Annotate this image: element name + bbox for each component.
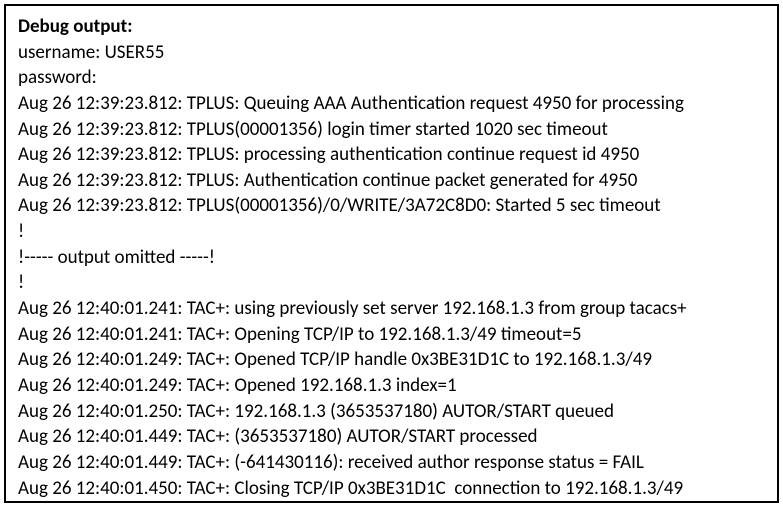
password-line: password: — [18, 65, 765, 91]
log-line: Aug 26 12:40:01.250: TAC+: 192.168.1.3 (… — [18, 399, 765, 425]
log-line: Aug 26 12:40:01.249: TAC+: Opened TCP/IP… — [18, 347, 765, 373]
log-line: Aug 26 12:40:01.449: TAC+: (-641430116):… — [18, 450, 765, 476]
debug-output-panel: Debug output: username: USER55 password:… — [4, 4, 779, 503]
log-line: ! — [18, 219, 765, 245]
debug-header: Debug output: — [18, 15, 132, 38]
log-line: Aug 26 12:40:01.241: TAC+: using previou… — [18, 296, 765, 322]
log-line: Aug 26 12:39:23.812: TPLUS(00001356)/0/W… — [18, 193, 765, 219]
username-line: username: USER55 — [18, 40, 765, 66]
log-line: Aug 26 12:40:01.450: TAC+: Closing TCP/I… — [18, 476, 765, 502]
log-line: Aug 26 12:40:01.449: TAC+: (3653537180) … — [18, 424, 765, 450]
log-line: Aug 26 12:40:01.249: TAC+: Opened 192.16… — [18, 373, 765, 399]
log-line: Aug 26 12:39:23.812: TPLUS: Queuing AAA … — [18, 91, 765, 117]
username-value: USER55 — [105, 41, 165, 64]
username-label: username: — [18, 41, 105, 64]
log-line: Aug 26 12:39:23.812: TPLUS(00001356) log… — [18, 117, 765, 143]
log-line: ! — [18, 270, 765, 296]
log-line: Aug 26 12:39:23.812: TPLUS: Authenticati… — [18, 168, 765, 194]
log-line: Aug 26 12:40:01.241: TAC+: Opening TCP/I… — [18, 322, 765, 348]
log-line: Aug 26 12:39:23.812: TPLUS: processing a… — [18, 142, 765, 168]
log-line: !----- output omitted -----! — [18, 245, 765, 271]
